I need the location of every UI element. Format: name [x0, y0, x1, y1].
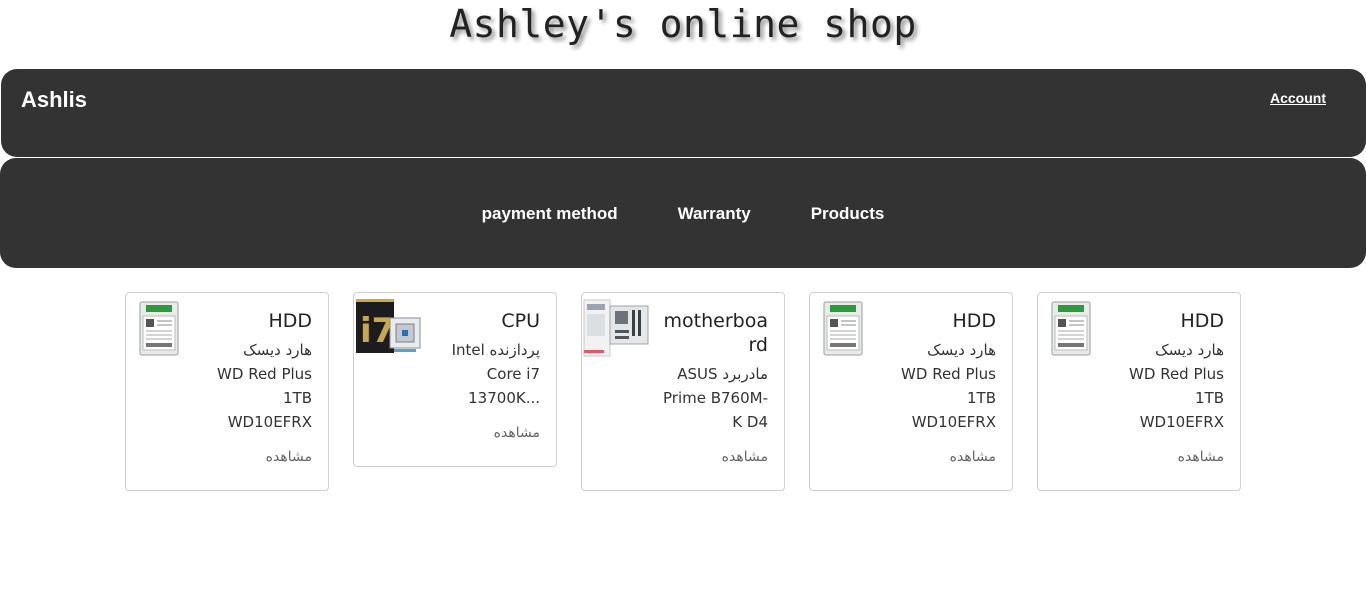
- nav-item-products[interactable]: Products: [811, 202, 885, 224]
- product-desc-line: 1TB: [1195, 389, 1224, 407]
- product-desc-line: 13700K...: [468, 389, 540, 407]
- hdd-image: [126, 296, 196, 360]
- product-desc-line: ASUS مادربرد: [677, 365, 768, 383]
- hdd-image: [1038, 296, 1108, 360]
- product-desc-line: هارد دیسک: [927, 341, 996, 359]
- product-desc-line: Intel پردازنده: [451, 341, 540, 359]
- hdd-image: [810, 296, 880, 360]
- product-title: motherboard: [663, 310, 768, 356]
- product-desc-line: K D4: [732, 413, 768, 431]
- product-title: CPU: [501, 310, 540, 332]
- product-desc-line: Core i7: [486, 365, 540, 383]
- account-link[interactable]: Account: [1270, 90, 1326, 106]
- product-title: HDD: [1180, 310, 1224, 332]
- product-desc-line: 1TB: [967, 389, 996, 407]
- product-desc-line: WD10EFRX: [227, 413, 312, 431]
- product-card[interactable]: HDD هارد دیسک WD Red Plus 1TB WD10EFRX م…: [1037, 292, 1241, 491]
- product-desc-line: Prime B760M-: [663, 389, 768, 407]
- product-desc-line: هارد دیسک: [1155, 341, 1224, 359]
- product-desc-line: WD Red Plus: [217, 365, 312, 383]
- nav-item-payment-method[interactable]: payment method: [482, 202, 618, 224]
- nav-item-warranty[interactable]: Warranty: [678, 202, 751, 224]
- view-link[interactable]: مشاهده: [884, 447, 996, 467]
- product-desc-line: WD10EFRX: [911, 413, 996, 431]
- view-link[interactable]: مشاهده: [200, 447, 312, 467]
- product-title: HDD: [268, 310, 312, 332]
- product-desc-line: هارد دیسک: [243, 341, 312, 359]
- top-bar: Ashlis Account: [1, 69, 1366, 157]
- product-desc-line: WD Red Plus: [1129, 365, 1224, 383]
- motherboard-image: [582, 296, 652, 360]
- product-card[interactable]: motherboard ASUS مادربرد Prime B760M- K …: [581, 292, 785, 491]
- product-desc-line: WD10EFRX: [1139, 413, 1224, 431]
- product-card[interactable]: HDD هارد دیسک WD Red Plus 1TB WD10EFRX م…: [809, 292, 1013, 491]
- view-link[interactable]: مشاهده: [1112, 447, 1224, 467]
- view-link[interactable]: مشاهده: [428, 423, 540, 443]
- product-desc-line: WD Red Plus: [901, 365, 996, 383]
- view-link[interactable]: مشاهده: [656, 447, 768, 467]
- product-card[interactable]: i7 CPU Intel پردازنده Core i7 13700K... …: [353, 292, 557, 467]
- product-desc-line: 1TB: [283, 389, 312, 407]
- brand-logo-text[interactable]: Ashlis: [21, 87, 87, 113]
- site-title: Ashley's online shop: [449, 2, 917, 46]
- product-title: HDD: [952, 310, 996, 332]
- nav-bar: payment method Warranty Products: [0, 158, 1366, 268]
- cpu-box-image: i7: [354, 296, 424, 360]
- product-card[interactable]: HDD هارد دیسک WD Red Plus 1TB WD10EFRX م…: [125, 292, 329, 491]
